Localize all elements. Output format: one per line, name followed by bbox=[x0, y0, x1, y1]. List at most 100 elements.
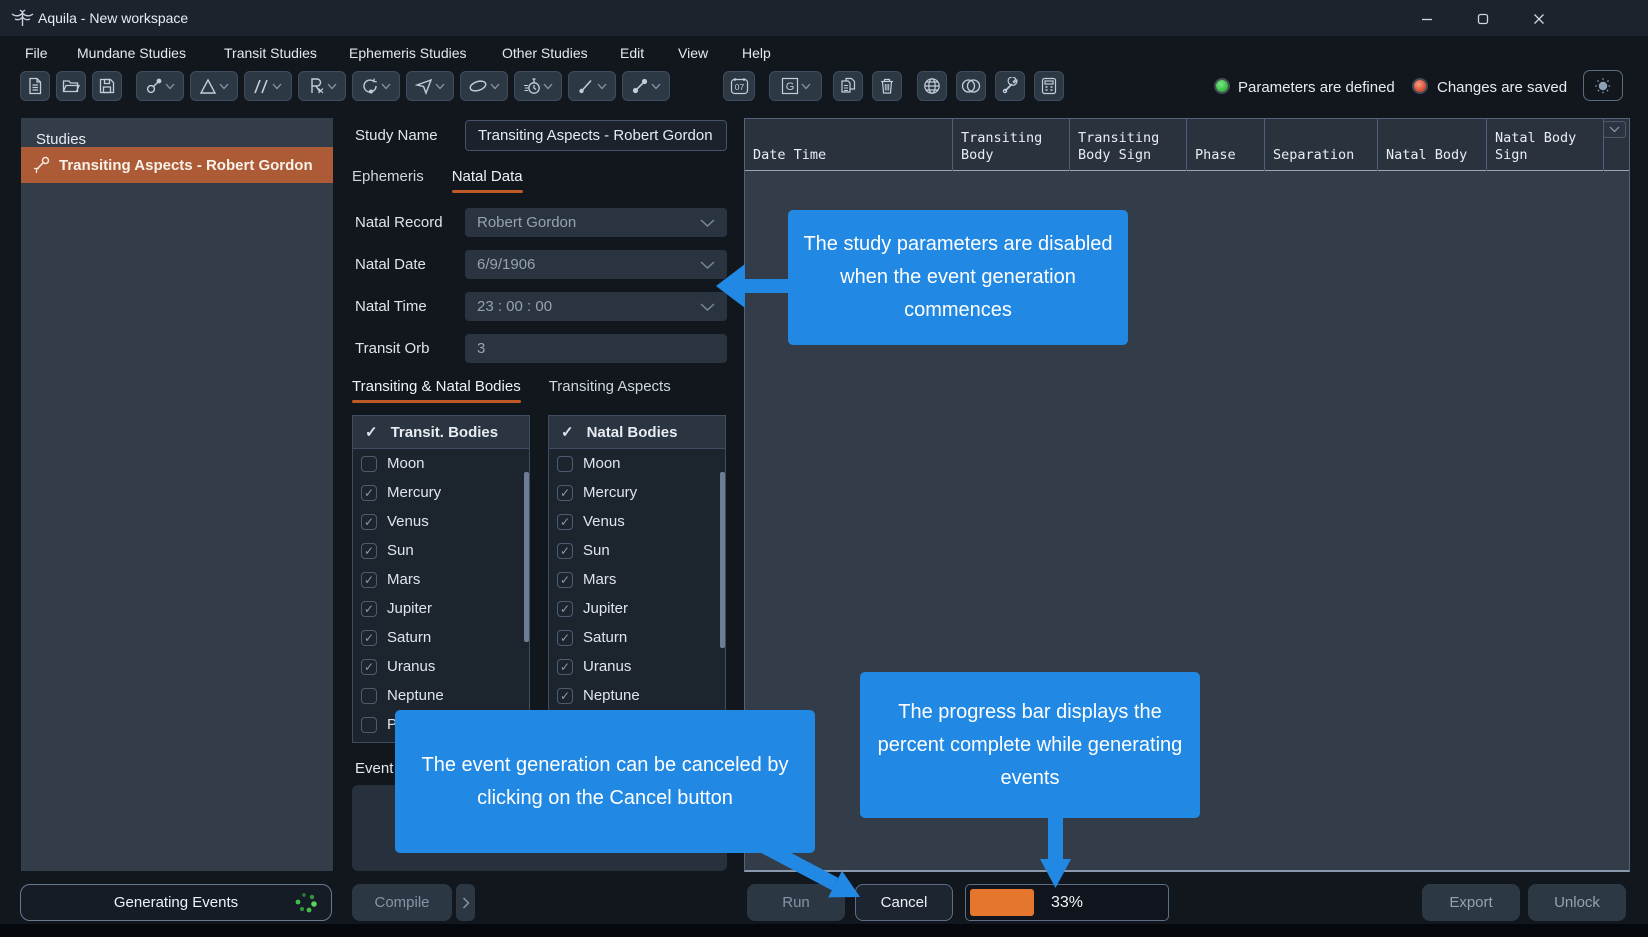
tab-item[interactable]: Natal Data bbox=[452, 168, 523, 193]
aspect-line-button[interactable] bbox=[622, 71, 670, 101]
minimize-button[interactable] bbox=[1412, 9, 1442, 29]
eclipse-button[interactable] bbox=[956, 71, 986, 101]
menu-view[interactable]: View bbox=[678, 45, 708, 61]
checkbox-icon[interactable]: ✓ bbox=[557, 601, 573, 617]
checkbox-icon[interactable]: ✓ bbox=[557, 543, 573, 559]
checkbox-icon[interactable]: ✓ bbox=[361, 717, 377, 733]
body-checkbox-row[interactable]: ✓ Mercury bbox=[549, 478, 725, 507]
body-checkbox-row[interactable]: ✓ Mars bbox=[353, 565, 529, 594]
checkbox-icon[interactable]: ✓ bbox=[361, 456, 377, 472]
wrench-tools-button[interactable] bbox=[995, 71, 1025, 101]
copy-button[interactable] bbox=[833, 71, 863, 101]
checkbox-icon[interactable]: ✓ bbox=[361, 601, 377, 617]
body-checkbox-row[interactable]: ✓ Venus bbox=[353, 507, 529, 536]
natal-bodies-header[interactable]: ✓ Natal Bodies bbox=[549, 416, 725, 449]
body-checkbox-row[interactable]: ✓ Moon bbox=[353, 449, 529, 478]
natal-record-dropdown[interactable]: Robert Gordon bbox=[465, 208, 727, 237]
cycle-icon bbox=[361, 77, 379, 95]
pen-button[interactable] bbox=[568, 71, 616, 101]
checkbox-icon[interactable]: ✓ bbox=[361, 485, 377, 501]
checkbox-icon[interactable]: ✓ bbox=[557, 456, 573, 472]
tab-item[interactable]: Transiting & Natal Bodies bbox=[352, 378, 521, 403]
column-header[interactable]: Transiting Body bbox=[953, 119, 1070, 171]
dropdown-chevron-icon bbox=[219, 83, 229, 90]
maximize-button[interactable] bbox=[1468, 9, 1498, 29]
body-checkbox-row[interactable]: ✓ Saturn bbox=[549, 623, 725, 652]
column-header[interactable]: Natal Body Sign bbox=[1487, 119, 1604, 171]
column-header[interactable]: Transiting Body Sign bbox=[1070, 119, 1187, 171]
close-button[interactable] bbox=[1524, 9, 1554, 29]
body-checkbox-row[interactable]: ✓ Sun bbox=[549, 536, 725, 565]
checkbox-icon[interactable]: ✓ bbox=[361, 514, 377, 530]
column-header[interactable]: Separation bbox=[1265, 119, 1378, 171]
compile-button[interactable]: Compile bbox=[352, 884, 452, 921]
stopwatch-button[interactable] bbox=[514, 71, 562, 101]
transit-orb-input[interactable]: 3 bbox=[465, 334, 727, 363]
menu-transit-studies[interactable]: Transit Studies bbox=[224, 45, 317, 61]
checkbox-icon[interactable]: ✓ bbox=[361, 630, 377, 646]
new-file-button[interactable] bbox=[20, 71, 50, 101]
checkbox-icon[interactable]: ✓ bbox=[361, 659, 377, 675]
calendar-07-button[interactable]: 07 bbox=[723, 71, 755, 101]
sidebar-item-study[interactable]: Transiting Aspects - Robert Gordon bbox=[21, 147, 333, 183]
parallel-aspect-button[interactable] bbox=[244, 71, 292, 101]
column-header[interactable]: Phase bbox=[1187, 119, 1265, 171]
checkbox-icon[interactable]: ✓ bbox=[361, 572, 377, 588]
natal-list-scrollbar[interactable] bbox=[720, 472, 725, 648]
transit-bodies-header[interactable]: ✓ Transit. Bodies bbox=[353, 416, 529, 449]
transit-list-scrollbar[interactable] bbox=[524, 472, 529, 642]
body-checkbox-row[interactable]: ✓ Uranus bbox=[549, 652, 725, 681]
body-checkbox-row[interactable]: ✓ Neptune bbox=[353, 681, 529, 710]
study-name-input[interactable]: Transiting Aspects - Robert Gordon bbox=[465, 120, 727, 151]
cancel-button[interactable]: Cancel bbox=[855, 884, 953, 921]
globe-button[interactable] bbox=[917, 71, 947, 101]
tab-item[interactable]: Ephemeris bbox=[352, 168, 424, 193]
body-checkbox-row[interactable]: ✓ Mercury bbox=[353, 478, 529, 507]
checkbox-icon[interactable]: ✓ bbox=[557, 630, 573, 646]
column-header[interactable]: Date Time bbox=[745, 119, 953, 171]
body-checkbox-row[interactable]: ✓ Jupiter bbox=[353, 594, 529, 623]
menu-help[interactable]: Help bbox=[742, 45, 771, 61]
calculator-button[interactable] bbox=[1034, 71, 1064, 101]
body-checkbox-row[interactable]: ✓ Mars bbox=[549, 565, 725, 594]
body-checkbox-row[interactable]: ✓ Jupiter bbox=[549, 594, 725, 623]
natal-date-dropdown[interactable]: 6/9/1906 bbox=[465, 250, 727, 279]
trine-aspect-button[interactable] bbox=[190, 71, 238, 101]
orbit-ellipse-button[interactable] bbox=[460, 71, 508, 101]
run-button[interactable]: Run bbox=[747, 884, 845, 921]
body-checkbox-row[interactable]: ✓ Neptune bbox=[549, 681, 725, 710]
gauquelin-button[interactable]: G bbox=[769, 71, 822, 101]
menu-edit[interactable]: Edit bbox=[620, 45, 644, 61]
natal-time-dropdown[interactable]: 23 : 00 : 00 bbox=[465, 292, 727, 321]
body-checkbox-row[interactable]: ✓ Saturn bbox=[353, 623, 529, 652]
open-folder-button[interactable] bbox=[56, 71, 86, 101]
kite-pattern-button[interactable] bbox=[406, 71, 454, 101]
body-checkbox-row[interactable]: ✓ Uranus bbox=[353, 652, 529, 681]
unlock-button[interactable]: Unlock bbox=[1528, 884, 1626, 921]
checkbox-icon[interactable]: ✓ bbox=[361, 543, 377, 559]
cycle-button[interactable] bbox=[352, 71, 400, 101]
menu-mundane-studies[interactable]: Mundane Studies bbox=[77, 45, 186, 61]
trash-button[interactable] bbox=[872, 71, 902, 101]
checkbox-icon[interactable]: ✓ bbox=[557, 572, 573, 588]
menu-other-studies[interactable]: Other Studies bbox=[502, 45, 588, 61]
body-checkbox-row[interactable]: ✓ Venus bbox=[549, 507, 725, 536]
conjunction-aspect-button[interactable] bbox=[136, 71, 184, 101]
checkbox-icon[interactable]: ✓ bbox=[557, 659, 573, 675]
menu-file[interactable]: File bbox=[25, 45, 48, 61]
theme-toggle-button[interactable] bbox=[1583, 70, 1623, 101]
table-options-button[interactable] bbox=[1603, 121, 1626, 138]
retrograde-button[interactable] bbox=[298, 71, 346, 101]
menu-ephemeris-studies[interactable]: Ephemeris Studies bbox=[349, 45, 467, 61]
body-checkbox-row[interactable]: ✓ Sun bbox=[353, 536, 529, 565]
body-checkbox-row[interactable]: ✓ Moon bbox=[549, 449, 725, 478]
checkbox-icon[interactable]: ✓ bbox=[361, 688, 377, 704]
compile-expand-button[interactable] bbox=[456, 884, 475, 921]
checkbox-icon[interactable]: ✓ bbox=[557, 688, 573, 704]
tab-item[interactable]: Transiting Aspects bbox=[549, 378, 671, 403]
export-button[interactable]: Export bbox=[1422, 884, 1520, 921]
column-header[interactable]: Natal Body bbox=[1378, 119, 1487, 171]
checkbox-icon[interactable]: ✓ bbox=[557, 485, 573, 501]
save-button[interactable] bbox=[92, 71, 122, 101]
checkbox-icon[interactable]: ✓ bbox=[557, 514, 573, 530]
